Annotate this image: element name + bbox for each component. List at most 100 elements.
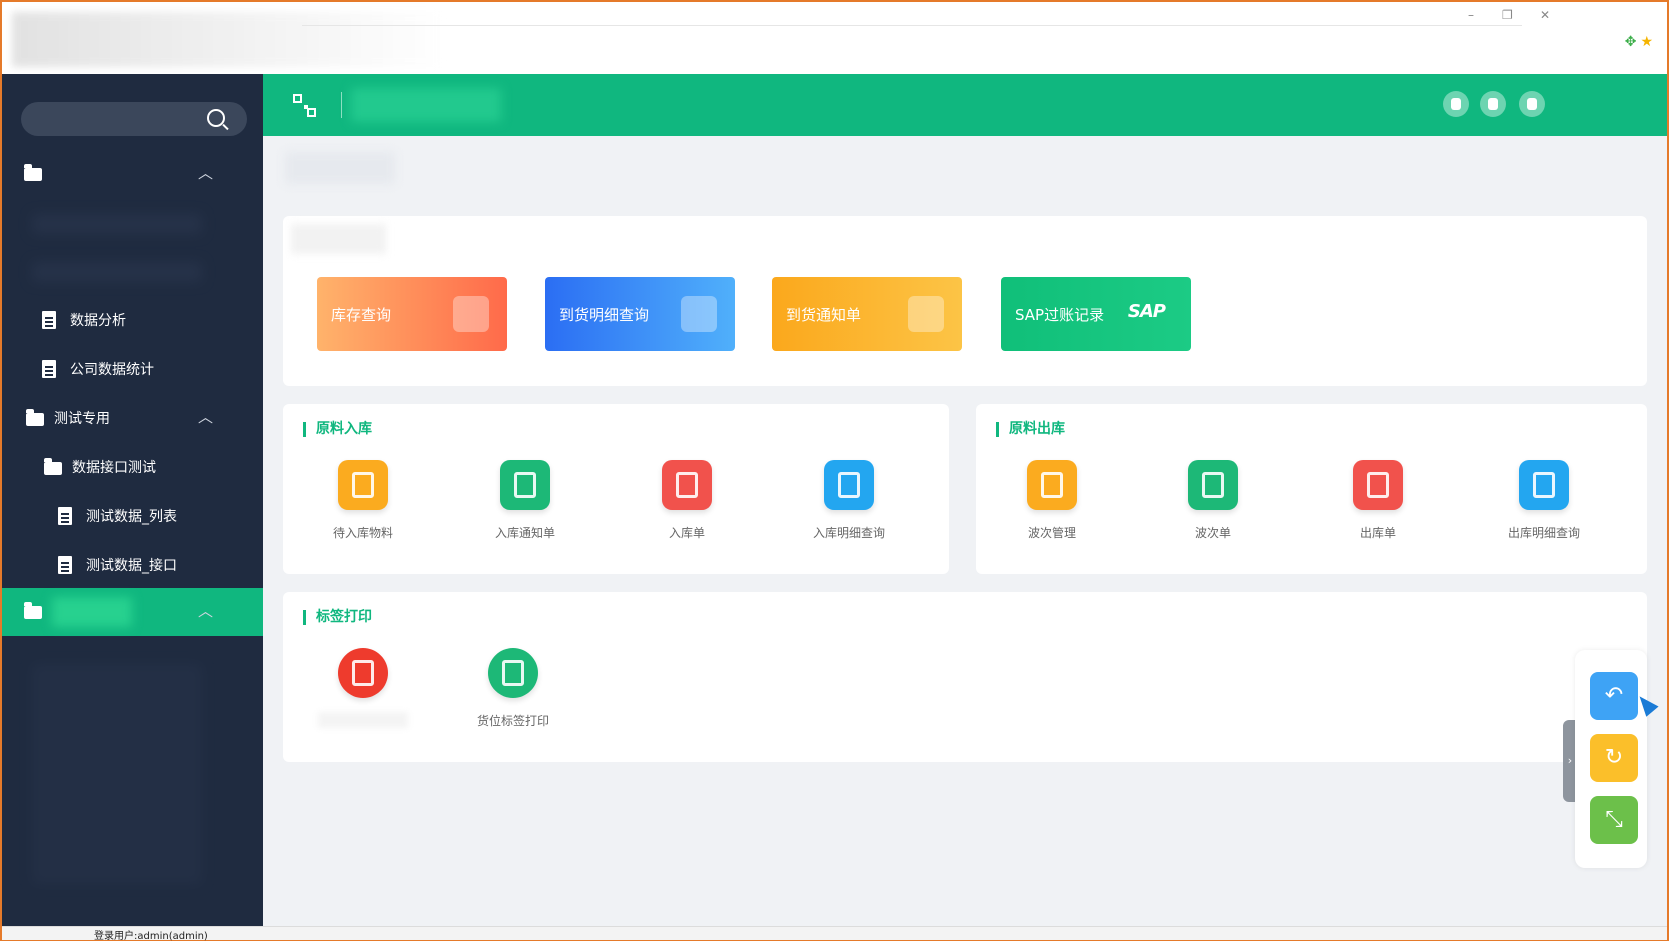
app-label: 货位标签打印 <box>476 714 549 728</box>
dashboard-icon <box>24 602 42 621</box>
lock-icon[interactable] <box>1480 91 1506 117</box>
quick-actions-card: 库存查询 到货明细查询 到货通知单 SAP过账记录 SAP <box>283 216 1647 386</box>
sidebar-item-label: 数据分析 <box>70 313 126 329</box>
sidebar-item-data-interface-test[interactable]: 数据接口测试 <box>2 441 263 493</box>
order-icon <box>662 460 712 510</box>
back-button[interactable]: ↶ <box>1590 672 1638 720</box>
inbound-card: 原料入库 待入库物料 入库通知单 入库单 入库明细查询 <box>283 404 949 574</box>
title-bar-divider <box>302 25 1522 26</box>
sidebar-item-label: 测试数据_接口 <box>86 558 177 574</box>
header-divider <box>341 92 342 118</box>
sidebar-item-label: 公司数据统计 <box>70 362 154 378</box>
sidebar-group-header[interactable]: ︿ <box>2 148 263 200</box>
wave-order-app[interactable]: 波次单 <box>1148 460 1278 540</box>
blurred-menu-item <box>32 262 202 282</box>
chevron-up-icon[interactable]: ︿ <box>198 600 213 621</box>
sidebar-item-test-dedicated[interactable]: 测试专用 ︿ <box>2 392 263 444</box>
inventory-query-button[interactable]: 库存查询 <box>317 277 507 351</box>
quick-action-label: 到货通知单 <box>786 305 862 324</box>
fullscreen-button[interactable]: ⤡ <box>1590 796 1638 844</box>
blurred-submenu <box>32 664 202 884</box>
wave-order-icon <box>1188 460 1238 510</box>
floating-toolbar: ↶ ↻ ⤡ <box>1575 650 1647 868</box>
blurred-menu-item <box>32 214 202 234</box>
user-icon[interactable] <box>1443 91 1469 117</box>
menu-toggle-icon[interactable] <box>293 94 321 122</box>
inbound-order-app[interactable]: 入库单 <box>622 460 752 540</box>
app-label: 入库单 <box>668 526 705 540</box>
folder-open-icon <box>44 458 62 476</box>
title-bar-blurred-area <box>12 12 442 67</box>
sidebar-item-label: 测试专用 <box>54 411 110 427</box>
status-bar: 登录用户:admin(admin) <box>2 926 1667 942</box>
logged-in-user-text: 登录用户:admin(admin) <box>94 931 208 942</box>
sap-posting-record-button[interactable]: SAP过账记录 SAP <box>1001 277 1191 351</box>
pending-inbound-material-app[interactable]: 待入库物料 <box>298 460 428 540</box>
arrival-notice-button[interactable]: 到货通知单 <box>772 277 962 351</box>
package-search-icon <box>681 296 717 332</box>
app-label: 出库单 <box>1359 526 1396 540</box>
document-icon <box>42 360 60 378</box>
title-bar-icons: ✥ ★ <box>1621 34 1653 50</box>
sidebar-item-label: 数据接口测试 <box>72 460 156 476</box>
restore-button[interactable]: ❐ <box>1502 8 1513 22</box>
app-label: 出库明细查询 <box>1507 526 1580 540</box>
outbound-detail-query-app[interactable]: 出库明细查询 <box>1479 460 1609 540</box>
inbox-icon <box>338 460 388 510</box>
chevron-up-icon[interactable]: ︿ <box>198 162 213 183</box>
label-print-app[interactable] <box>298 648 428 728</box>
close-button[interactable]: ✕ <box>1540 8 1550 22</box>
window-title-bar: – ❐ ✕ ✥ ★ <box>2 2 1667 74</box>
section-title: 原料出库 <box>996 422 1065 437</box>
document-icon <box>42 311 60 329</box>
minimize-button[interactable]: – <box>1468 8 1474 22</box>
blurred-breadcrumb <box>351 88 501 122</box>
search-input[interactable] <box>21 102 247 136</box>
outbound-icon <box>1353 460 1403 510</box>
search-box-icon <box>453 296 489 332</box>
app-label: 波次单 <box>1194 526 1231 540</box>
wave-management-app[interactable]: 波次管理 <box>987 460 1117 540</box>
sidebar: ︿ 数据分析 公司数据统计 测试专用 ︿ 数据接口测试 测试数据_列表 测试数据… <box>2 74 263 926</box>
outbound-card: 原料出库 波次管理 波次单 出库单 出库明细查询 <box>976 404 1647 574</box>
detail-query-icon <box>824 460 874 510</box>
quick-action-label: 到货明细查询 <box>559 305 650 324</box>
main-content: 库存查询 到货明细查询 到货通知单 SAP过账记录 SAP 原料入库 待入库物料… <box>263 136 1667 926</box>
extension-icon[interactable]: ✥ <box>1625 34 1637 50</box>
sidebar-item-company-stats[interactable]: 公司数据统计 <box>2 343 263 395</box>
blurred-label <box>52 597 132 627</box>
app-label: 入库通知单 <box>494 526 555 540</box>
inbound-notice-app[interactable]: 入库通知单 <box>460 460 590 540</box>
app-label: 待入库物料 <box>332 526 393 540</box>
refresh-button[interactable]: ↻ <box>1590 734 1638 782</box>
notice-icon <box>500 460 550 510</box>
outbound-order-app[interactable]: 出库单 <box>1313 460 1443 540</box>
search-icon[interactable] <box>207 109 225 127</box>
app-label: 波次管理 <box>1027 526 1076 540</box>
sidebar-item-test-data-interface[interactable]: 测试数据_接口 <box>2 539 263 591</box>
notice-document-icon <box>908 296 944 332</box>
section-title: 标签打印 <box>303 610 372 625</box>
sap-logo-icon: SAP <box>1127 301 1166 322</box>
detail-query-icon <box>1519 460 1569 510</box>
blurred-card-title <box>291 224 386 254</box>
quick-action-label: 库存查询 <box>331 305 392 324</box>
quick-action-label: SAP过账记录 <box>1015 305 1105 324</box>
app-label: 入库明细查询 <box>812 526 885 540</box>
printer-icon <box>488 648 538 698</box>
sidebar-item-active-group[interactable]: ︿ <box>2 588 263 636</box>
document-icon <box>58 556 76 574</box>
dashboard-icon <box>24 164 42 183</box>
arrival-detail-query-button[interactable]: 到货明细查询 <box>545 277 735 351</box>
logout-icon[interactable] <box>1519 91 1545 117</box>
star-icon[interactable]: ★ <box>1640 34 1653 50</box>
top-header <box>263 74 1667 136</box>
sidebar-item-label: 测试数据_列表 <box>86 509 177 525</box>
chevron-up-icon[interactable]: ︿ <box>198 406 213 427</box>
document-icon <box>58 507 76 525</box>
sidebar-item-test-data-list[interactable]: 测试数据_列表 <box>2 490 263 542</box>
print-label-icon <box>338 648 388 698</box>
sidebar-item-data-analysis[interactable]: 数据分析 <box>2 294 263 346</box>
location-label-print-app[interactable]: 货位标签打印 <box>448 648 578 728</box>
inbound-detail-query-app[interactable]: 入库明细查询 <box>784 460 914 540</box>
